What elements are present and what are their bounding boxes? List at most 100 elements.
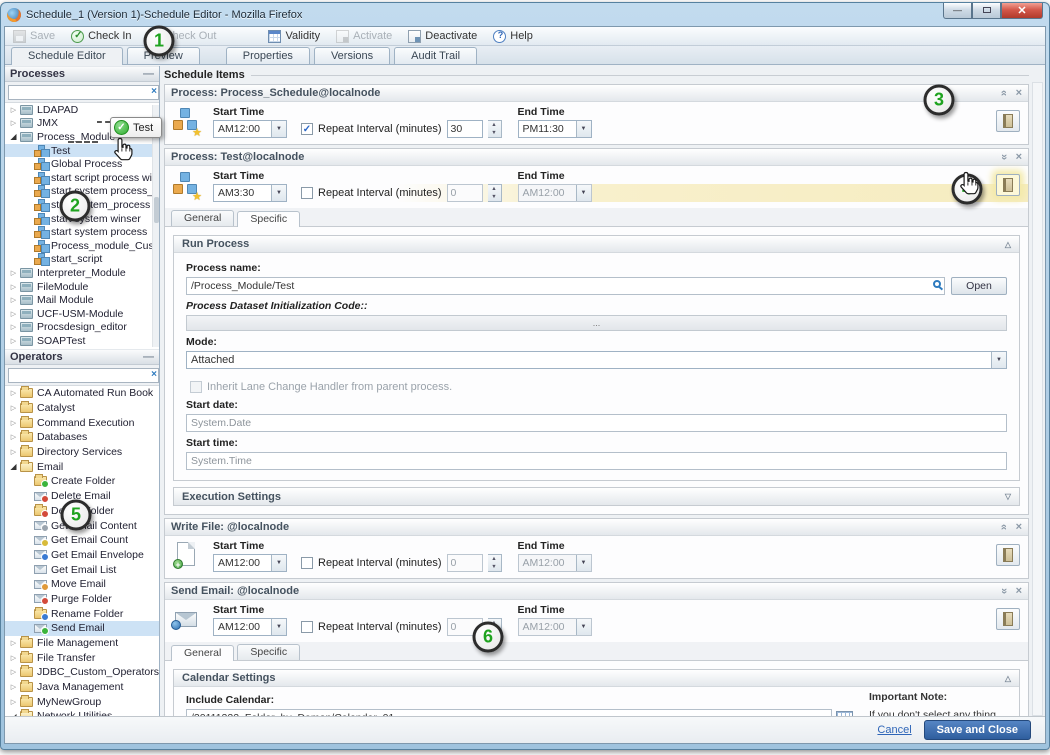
cancel-link[interactable]: Cancel — [877, 724, 911, 736]
expand-arrow-icon[interactable]: ▷ — [8, 683, 19, 691]
save-button[interactable]: Save — [13, 30, 55, 43]
remove-section-icon[interactable]: × — [1016, 87, 1022, 99]
deactivate-button[interactable]: Deactivate — [408, 30, 477, 43]
start-time-select[interactable]: AM12:00 ▼ — [213, 554, 287, 572]
remove-section-icon[interactable]: × — [1016, 521, 1022, 533]
process-name-input[interactable] — [186, 277, 945, 295]
tree-item-soaptest[interactable]: ▷SOAPTest — [5, 334, 159, 348]
calendar-button[interactable] — [996, 608, 1020, 630]
help-button[interactable]: Help — [493, 30, 533, 43]
repeat-interval-checkbox[interactable] — [301, 621, 313, 633]
tab-properties[interactable]: Properties — [226, 47, 310, 64]
include-calendar-input[interactable] — [186, 709, 832, 716]
tree-item-jdbc-custom-operators[interactable]: ▷JDBC_Custom_Operators — [5, 665, 159, 680]
chevron-down-icon[interactable]: ▼ — [271, 555, 286, 571]
close-button[interactable]: ✕ — [1001, 3, 1043, 19]
expand-arrow-icon[interactable]: ▷ — [8, 269, 19, 277]
minimize-button[interactable]: — — [943, 3, 972, 19]
tree-item-databases[interactable]: ▷Databases — [5, 430, 159, 445]
repeat-interval-input[interactable] — [447, 184, 483, 202]
expand-arrow-icon[interactable]: ▷ — [8, 337, 19, 345]
expand-arrow-icon[interactable]: ▷ — [8, 404, 19, 412]
expand-arrow-icon[interactable]: ▷ — [8, 433, 19, 441]
operators-search-input[interactable] — [8, 368, 159, 383]
open-button[interactable]: Open — [951, 277, 1007, 295]
tree-item-get-email-envelope[interactable]: Get Email Envelope — [5, 548, 159, 563]
tree-item-file-transfer[interactable]: ▷File Transfer — [5, 650, 159, 665]
tree-item-network-utilities[interactable]: ◢Network Utilities — [5, 709, 159, 716]
repeat-interval-checkbox[interactable] — [301, 557, 313, 569]
chevron-down-icon[interactable]: ▼ — [271, 619, 286, 635]
check-in-button[interactable]: Check In — [71, 30, 131, 43]
chevron-down-icon[interactable]: ▼ — [271, 185, 286, 201]
start-time-select[interactable]: AM12:00 ▼ — [213, 120, 287, 138]
mode-select[interactable]: Attached ▼ — [186, 351, 1007, 369]
collapse-section-icon[interactable]: » — [1000, 588, 1010, 594]
start-date-input[interactable] — [186, 414, 1007, 432]
validity-button[interactable]: Validity — [268, 30, 320, 43]
chevron-down-icon[interactable]: ▼ — [576, 619, 591, 635]
tree-item-start-script-process-wi[interactable]: start script process wi — [5, 171, 159, 185]
remove-section-icon[interactable]: × — [1016, 151, 1022, 163]
chevron-down-icon[interactable]: ▼ — [576, 185, 591, 201]
start-time-input[interactable] — [186, 452, 1007, 470]
search-icon[interactable] — [933, 280, 941, 288]
tree-item-email[interactable]: ◢Email — [5, 459, 159, 474]
collapse-section-icon[interactable]: » — [1000, 154, 1010, 160]
execution-settings-bar[interactable]: Execution Settings ▽ — [173, 487, 1020, 506]
tree-item-process-module-cust[interactable]: Process_module_Cust — [5, 239, 159, 253]
maximize-button[interactable] — [972, 3, 1001, 19]
tree-item-create-folder[interactable]: Create Folder — [5, 474, 159, 489]
clear-search-icon[interactable]: × — [151, 86, 157, 97]
expand-arrow-icon[interactable]: ▷ — [8, 106, 19, 114]
remove-section-icon[interactable]: × — [1016, 585, 1022, 597]
start-time-select[interactable]: AM3:30 ▼ — [213, 184, 287, 202]
repeat-interval-input[interactable] — [447, 120, 483, 138]
collapse-section-icon[interactable]: » — [1000, 90, 1010, 96]
tree-item-mail-module[interactable]: ▷Mail Module — [5, 293, 159, 307]
dataset-code-button[interactable]: ... — [186, 315, 1007, 331]
collapse-panel-icon[interactable]: — — [143, 68, 154, 80]
tree-item-ldapad[interactable]: ▷LDAPAD — [5, 103, 159, 117]
collapse-panel-icon[interactable]: — — [143, 351, 154, 363]
expand-arrow-icon[interactable]: ▷ — [8, 323, 19, 331]
collapse-panel-icon[interactable]: △ — [1005, 674, 1011, 683]
tree-item-rename-folder[interactable]: Rename Folder — [5, 606, 159, 621]
repeat-spinner[interactable]: ▲▼ — [488, 554, 502, 572]
end-time-select[interactable]: AM12:00 ▼ — [518, 184, 592, 202]
tree-item-move-email[interactable]: Move Email — [5, 577, 159, 592]
calendar-button[interactable] — [996, 110, 1020, 132]
expand-arrow-icon[interactable]: ▷ — [8, 389, 19, 397]
start-time-select[interactable]: AM12:00 ▼ — [213, 618, 287, 636]
save-and-close-button[interactable]: Save and Close — [924, 720, 1031, 740]
expand-arrow-icon[interactable]: ▷ — [8, 310, 19, 318]
tab-specific[interactable]: Specific — [237, 644, 300, 660]
expand-arrow-icon[interactable]: ▷ — [8, 448, 19, 456]
processes-scrollbar[interactable] — [152, 105, 159, 347]
expand-arrow-icon[interactable]: ▷ — [8, 283, 19, 291]
tree-item-file-management[interactable]: ▷File Management — [5, 636, 159, 651]
tab-audit-trail[interactable]: Audit Trail — [394, 47, 477, 64]
tree-item-mynewgroup[interactable]: ▷MyNewGroup — [5, 694, 159, 709]
tab-specific[interactable]: Specific — [237, 211, 300, 227]
repeat-spinner[interactable]: ▲▼ — [488, 120, 502, 138]
expand-arrow-icon[interactable]: ▷ — [8, 119, 19, 127]
operators-panel-header[interactable]: Operators — — [5, 349, 159, 365]
tab-schedule-editor[interactable]: Schedule Editor — [11, 47, 123, 65]
collapse-section-icon[interactable]: » — [1000, 524, 1010, 530]
tree-item-interpreter-module[interactable]: ▷Interpreter_Module — [5, 266, 159, 280]
inherit-lane-change-checkbox[interactable] — [190, 381, 202, 393]
expand-arrow-icon[interactable]: ▷ — [8, 639, 19, 647]
expand-arrow-icon[interactable]: ▷ — [8, 698, 19, 706]
repeat-interval-checkbox[interactable] — [301, 123, 313, 135]
end-time-select[interactable]: PM11:30 ▼ — [518, 120, 592, 138]
clear-search-icon[interactable]: × — [151, 369, 157, 380]
tab-versions[interactable]: Versions — [314, 47, 390, 64]
expand-arrow-icon[interactable]: ▷ — [8, 296, 19, 304]
chevron-down-icon[interactable]: ▼ — [576, 555, 591, 571]
tree-item-catalyst[interactable]: ▷Catalyst — [5, 401, 159, 416]
repeat-spinner[interactable]: ▲▼ — [488, 184, 502, 202]
tree-item-global-process[interactable]: Global Process — [5, 157, 159, 171]
tree-item-start-system-process[interactable]: start system process — [5, 225, 159, 239]
collapse-arrow-icon[interactable]: ◢ — [8, 132, 19, 141]
